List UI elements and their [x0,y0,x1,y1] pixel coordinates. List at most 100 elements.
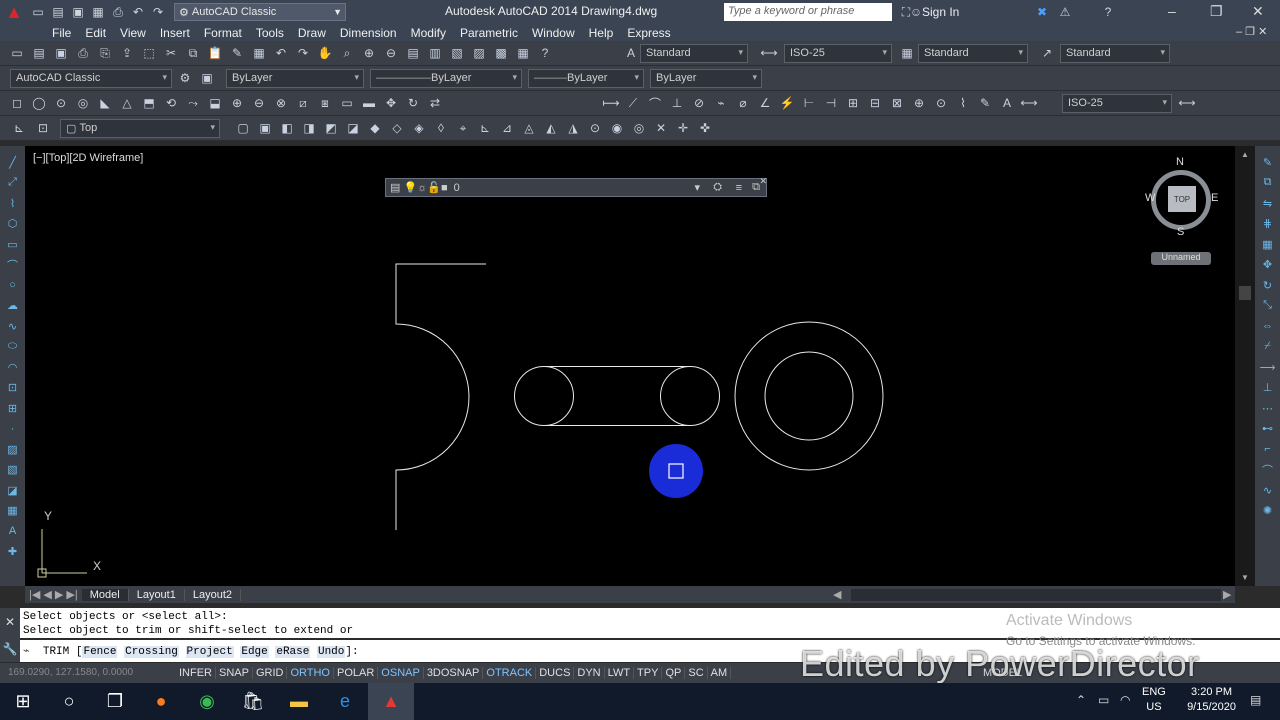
coordinates[interactable]: 169.0290, 127.1580, 0.0000 [8,667,133,678]
status-toggle-otrack[interactable]: OTRACK [483,667,537,679]
sphere-icon[interactable]: ◯ [30,94,48,112]
tolerance-icon[interactable]: ⊠ [888,94,906,112]
modify-array-icon[interactable]: ▦ [1262,234,1272,255]
command-option-undo[interactable]: Undo [316,646,346,658]
ucs-previous-icon[interactable]: ⊿ [498,119,516,137]
front-view-icon[interactable]: ◩ [322,119,340,137]
top-view-icon[interactable]: ▢ [234,119,252,137]
redo-icon[interactable]: ↷ [294,44,312,62]
pyramid-icon[interactable]: △ [118,94,136,112]
scroll-down-icon[interactable]: ▼ [1241,573,1249,582]
save-icon[interactable]: ▣ [69,4,87,20]
3drotate-icon[interactable]: ↻ [404,94,422,112]
revolve-icon[interactable]: ⟲ [162,94,180,112]
bottom-view-icon[interactable]: ▣ [256,119,274,137]
intersect-icon[interactable]: ⊗ [272,94,290,112]
status-toggle-tpy[interactable]: TPY [634,667,663,679]
menu-help[interactable]: Help [589,26,628,40]
modify-erase-icon[interactable]: ✎ [1263,152,1272,173]
draw-ellipse-icon[interactable]: ⬭ [8,337,17,358]
menu-edit[interactable]: Edit [85,26,120,40]
hscroll-left-icon[interactable]: ◀ [833,588,841,601]
draw-arc-icon[interactable]: ⌒ [7,255,18,276]
dim-edit-icon[interactable]: ✎ [976,94,994,112]
zoom-realtime-icon[interactable]: ⌕ [338,44,356,62]
menu-express[interactable]: Express [627,26,684,40]
drawing-canvas[interactable]: [−][Top][2D Wireframe] ▤ 💡 ☼ 🔓 ■ 0 ▾ ⛭ ≡… [25,146,1235,586]
back-view-icon[interactable]: ◪ [344,119,362,137]
ucs-face-icon[interactable]: ◬ [520,119,538,137]
battery-icon[interactable]: ▭ [1098,693,1109,707]
undo-icon[interactable]: ↶ [129,4,147,20]
help-icon[interactable]: ? [1099,4,1117,20]
table-style-dropdown[interactable]: Standard [918,43,1028,63]
dim-jogged-icon[interactable]: ⌁ [712,94,730,112]
qnew-icon[interactable]: ▭ [8,44,26,62]
view-dropdown[interactable]: ▢ Top [60,118,220,138]
mleader-style-icon[interactable]: ↗ [1038,44,1056,62]
dim-style-icon[interactable]: ⟷ [760,44,778,62]
draw-polyline-icon[interactable]: ⌇ [10,193,15,214]
file-explorer-icon[interactable]: ▬ [276,683,322,720]
dim-update-icon[interactable]: ⟷ [1020,94,1038,112]
status-toggle-grid[interactable]: GRID [253,667,288,679]
cylinder-icon[interactable]: ⊙ [52,94,70,112]
draw-insert-block-icon[interactable]: ⊡ [8,378,17,399]
autocad-taskbar-icon[interactable]: ▲ [368,683,414,720]
menu-parametric[interactable]: Parametric [460,26,532,40]
sweep-icon[interactable]: ⤳ [184,94,202,112]
quickcalc-icon[interactable]: ▦ [514,44,532,62]
sheet-set-icon[interactable]: ▨ [470,44,488,62]
draw-make-block-icon[interactable]: ⊞ [8,398,17,419]
dim-text-edit-icon[interactable]: A [998,94,1016,112]
dim-baseline-icon[interactable]: ⊢ [800,94,818,112]
lineweight-dropdown[interactable]: ——— ByLayer [528,68,644,88]
3dalign-icon[interactable]: ⇄ [426,94,444,112]
hscroll-right-icon[interactable]: ▶ [1223,588,1231,601]
ucs-icon[interactable]: ⊾ [10,119,28,137]
plotstyle-dropdown[interactable]: ByLayer [650,68,762,88]
dim-diameter-icon[interactable]: ⌀ [734,94,752,112]
ucs-zaxis-icon[interactable]: ◉ [608,119,626,137]
draw-circle-icon[interactable]: ○ [9,275,16,296]
3dmove-icon[interactable]: ✥ [382,94,400,112]
menu-format[interactable]: Format [204,26,256,40]
draw-ellipse-arc-icon[interactable]: ◠ [8,357,18,378]
interfere-icon[interactable]: ⧆ [316,94,334,112]
autocad-logo-icon[interactable]: ▲ [0,0,28,24]
ucs-y-icon[interactable]: ✛ [674,119,692,137]
publish-icon[interactable]: ⇪ [118,44,136,62]
tool-palettes-icon[interactable]: ▧ [448,44,466,62]
print-icon[interactable]: ⎙ [109,4,127,20]
draw-region-icon[interactable]: ◪ [7,480,17,501]
properties-icon[interactable]: ▤ [404,44,422,62]
wifi-icon[interactable]: ◠ [1120,693,1130,707]
ucs-world-icon[interactable]: ⊾ [476,119,494,137]
menu-modify[interactable]: Modify [411,26,460,40]
edge-icon[interactable]: e [322,683,368,720]
status-toggle-snap[interactable]: SNAP [216,667,253,679]
command-option-crossing[interactable]: Crossing [124,646,179,658]
menu-draw[interactable]: Draw [298,26,340,40]
draw-table-icon[interactable]: ▦ [7,501,17,522]
markup-icon[interactable]: ▩ [492,44,510,62]
dim-update-icon[interactable]: ⟷ [1178,94,1196,112]
zoom-previous-icon[interactable]: ⊖ [382,44,400,62]
saveas-icon[interactable]: ▦ [89,4,107,20]
ucs-3point-icon[interactable]: ◎ [630,119,648,137]
search-icon[interactable]: ○ [46,683,92,720]
redo-icon[interactable]: ↷ [149,4,167,20]
modify-scale-icon[interactable]: ⤡ [1263,296,1272,317]
subtract-icon[interactable]: ⊖ [250,94,268,112]
dim-break-icon[interactable]: ⊟ [866,94,884,112]
notification-icon[interactable]: ▤ [1250,693,1261,707]
windows-start-icon[interactable]: ⊞ [0,683,46,720]
modify-rotate-icon[interactable]: ↻ [1263,275,1272,296]
help-icon[interactable]: ? [536,44,554,62]
dim-angular-icon[interactable]: ∠ [756,94,774,112]
language-indicator[interactable]: ENG US [1142,685,1166,715]
status-toggle-dyn[interactable]: DYN [574,667,605,679]
right-view-icon[interactable]: ◨ [300,119,318,137]
tab-layout1[interactable]: Layout1 [129,588,185,601]
horizontal-scrollbar[interactable] [851,588,1221,601]
